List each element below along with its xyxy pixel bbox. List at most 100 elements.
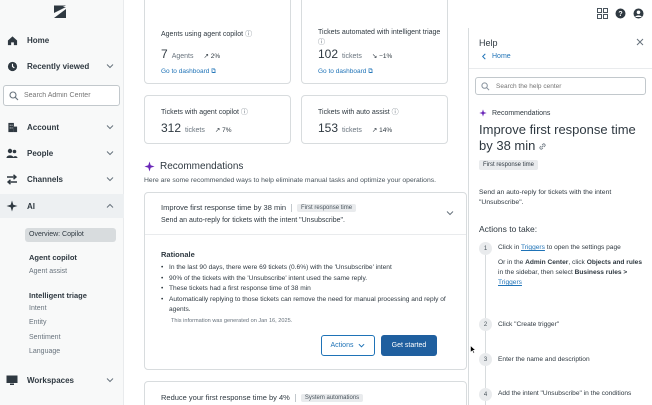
svg-text:?: ? (618, 11, 622, 18)
zendesk-logo[interactable] (53, 5, 67, 19)
arrows-icon (6, 173, 18, 185)
help-tag: First response time (479, 160, 539, 170)
nav-recently-viewed[interactable]: Recently viewed (0, 56, 124, 76)
chevron-down-icon (358, 343, 365, 348)
step-number: 3 (479, 353, 492, 366)
building-icon (6, 121, 18, 133)
nav-workspaces[interactable]: Workspaces (0, 370, 124, 390)
sub-entity[interactable]: Entity (29, 319, 47, 326)
chevron-up-icon[interactable] (446, 209, 454, 217)
admin-search[interactable] (3, 85, 120, 106)
recommendation-description: Send an auto-reply for tickets with the … (161, 217, 345, 224)
metric-title: Tickets automated with intelligent triag… (318, 29, 441, 46)
sub-overview-copilot[interactable]: Overview: Copilot (25, 228, 116, 242)
metric-value: 102 tickets ↘ −1% (318, 47, 393, 61)
rationale-item: 90% of the tickets with the 'Unsubscribe… (161, 274, 451, 285)
recommendation-title: Improve first response time by 38 min Fir… (161, 203, 357, 212)
monitor-icon (6, 374, 18, 386)
recommendation-header[interactable]: Improve first response time by 38 min Fir… (145, 193, 466, 235)
link-icon[interactable] (538, 142, 547, 151)
sub-intent[interactable]: Intent (29, 305, 47, 312)
triggers-link[interactable]: Triggers (498, 279, 522, 286)
chevron-down-icon (106, 378, 114, 383)
help-title: Help (479, 38, 498, 48)
metric-title: Tickets with agent copilot ⓘ (161, 109, 248, 116)
apps-grid-icon[interactable] (597, 8, 608, 19)
help-home-link[interactable]: Home (481, 53, 511, 60)
nav-home[interactable]: Home (0, 30, 124, 50)
get-started-button[interactable]: Get started (381, 335, 437, 356)
step-text: Add the intent "Unsubscribe" in the cond… (498, 390, 632, 397)
step-text: Click in Triggers to open the settings p… (498, 244, 643, 286)
trend-down-icon: ↘ −1% (371, 53, 393, 60)
actions-to-take-heading: Actions to take: (479, 224, 538, 234)
mouse-cursor-icon (470, 345, 476, 354)
help-icon[interactable]: ? (615, 8, 626, 19)
chevron-down-icon (106, 177, 114, 182)
recommendation-card: Improve first response time by 38 min Fir… (144, 192, 467, 370)
user-avatar-icon[interactable] (633, 8, 644, 19)
sub-agent-assist[interactable]: Agent assist (29, 268, 67, 275)
sidebar: Home Recently viewed Account People Chan… (0, 0, 124, 405)
metric-card-agent-copilot-tickets: Tickets with agent copilot ⓘ 312 tickets … (144, 95, 291, 144)
chevron-down-icon (106, 125, 114, 130)
recommendation-title: Reduce your first response time by 4% Sys… (161, 393, 364, 402)
sub-intelligent-triage[interactable]: Intelligent triage (29, 291, 87, 300)
nav-recently-viewed-label: Recently viewed (27, 61, 90, 71)
trend-up-icon: ↗ 14% (371, 127, 393, 134)
topbar-icons: ? (597, 8, 644, 19)
chevron-up-icon (106, 203, 114, 208)
nav-ai[interactable]: AI (0, 194, 124, 218)
close-icon[interactable] (636, 38, 644, 46)
sparkle-icon (6, 200, 18, 212)
clock-icon (6, 60, 18, 72)
search-icon (481, 81, 490, 90)
triggers-link[interactable]: Triggers (521, 244, 545, 251)
admin-search-input[interactable] (24, 92, 114, 99)
metric-value: 312 tickets ↗ 7% (161, 121, 232, 135)
rationale-list: In the last 90 days, there were 69 ticke… (161, 263, 451, 316)
generated-note: This information was generated on Jan 16… (171, 318, 293, 324)
go-to-dashboard-link[interactable]: Go to dashboard ⧉ (318, 68, 373, 76)
sub-sentiment[interactable]: Sentiment (29, 334, 61, 341)
rationale-item: Automatically replying to those tickets … (161, 295, 451, 316)
help-panel: Help Home Recommendations Improve first … (468, 28, 652, 405)
nav-people[interactable]: People (0, 143, 124, 163)
step-number: 2 (479, 318, 492, 331)
home-icon (6, 34, 18, 46)
help-search[interactable] (475, 77, 646, 95)
rationale-heading: Rationale (161, 250, 195, 259)
nav-ai-label: AI (27, 201, 35, 211)
nav-channels-label: Channels (27, 174, 64, 184)
recommendations-subtitle: Here are some recommended ways to help e… (144, 177, 437, 184)
nav-channels[interactable]: Channels (0, 169, 124, 189)
recommendation-card[interactable]: Reduce your first response time by 4% Sys… (144, 381, 467, 405)
help-article-heading: Improve first response time by 38 min (479, 122, 636, 153)
chevron-down-icon (106, 151, 114, 156)
help-intro: Send an auto-reply for tickets with the … (479, 189, 612, 206)
step-number: 4 (479, 388, 492, 401)
trend-up-icon: ↗ 7% (214, 127, 232, 134)
actions-label: Actions (330, 342, 354, 349)
divider (469, 68, 652, 69)
nav-people-label: People (27, 148, 54, 158)
sub-language[interactable]: Language (29, 348, 60, 355)
go-to-dashboard-link[interactable]: Go to dashboard ⧉ (161, 68, 216, 76)
trend-up-icon: ↗ 2% (203, 53, 221, 60)
chevron-down-icon (106, 64, 114, 69)
main-content: Agents using agent copilot ⓘ 7 Agents ↗ 2… (124, 0, 468, 405)
help-search-input[interactable] (496, 82, 636, 90)
actions-button[interactable]: Actions (321, 335, 375, 356)
sparkle-icon (479, 109, 487, 117)
help-category: Recommendations (479, 109, 550, 117)
tag-first-response-time: First response time (297, 203, 357, 212)
sub-agent-copilot[interactable]: Agent copilot (29, 253, 77, 262)
chevron-left-icon (482, 53, 486, 60)
metric-card-tickets-automated: Tickets automated with intelligent triag… (301, 0, 448, 84)
metric-value: 7 Agents ↗ 2% (161, 47, 221, 61)
people-icon (6, 147, 18, 159)
metric-value: 153 tickets ↗ 14% (318, 121, 393, 135)
nav-account[interactable]: Account (0, 117, 124, 137)
rationale-item: In the last 90 days, there were 69 ticke… (161, 263, 451, 274)
tag-system-automations: System automations (300, 393, 364, 402)
